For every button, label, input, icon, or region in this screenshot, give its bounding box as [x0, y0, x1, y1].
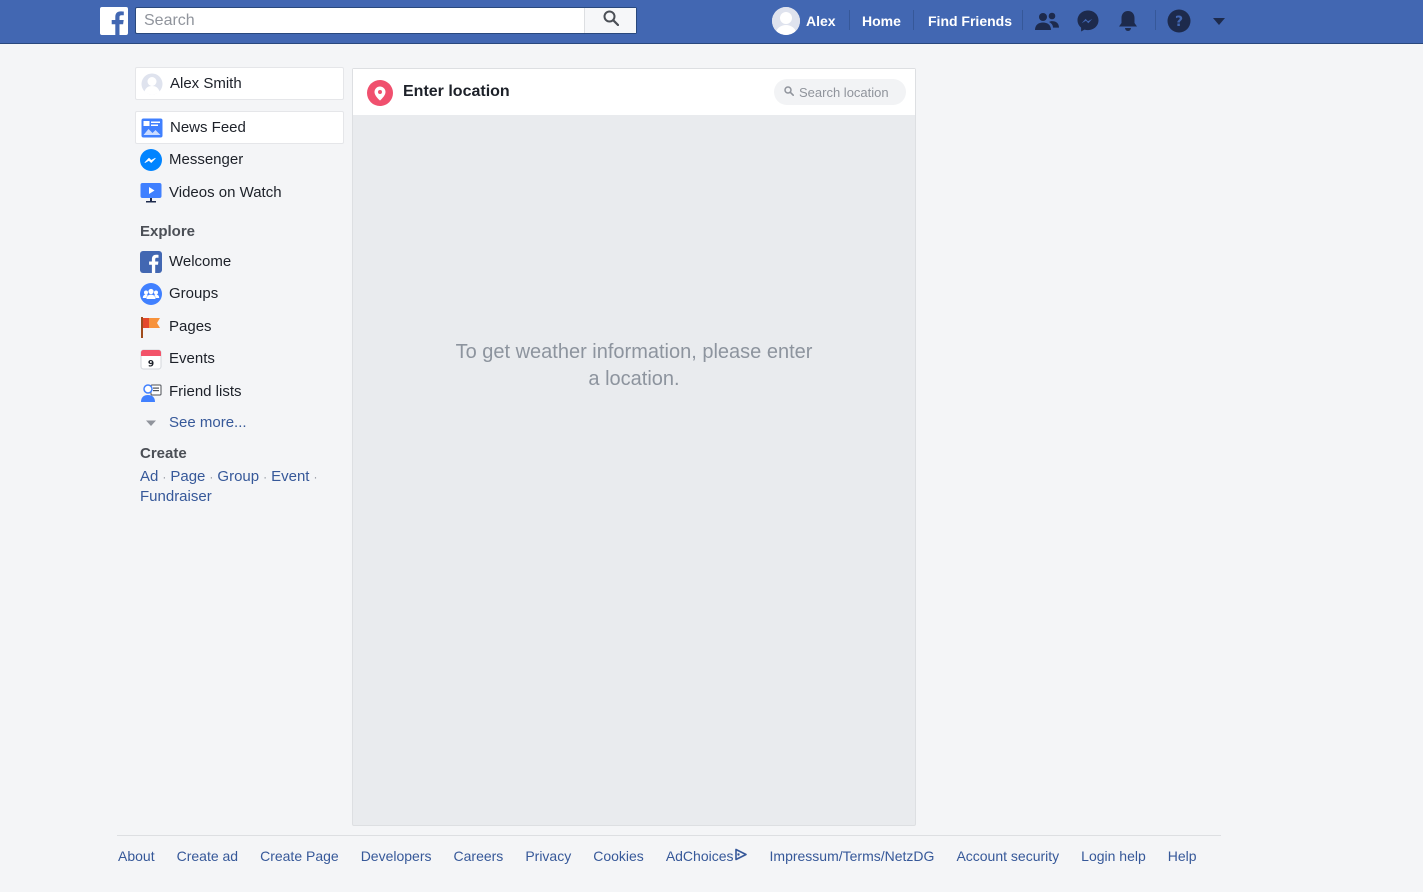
sidebar-item-friend-lists[interactable]: Friend lists: [135, 375, 344, 408]
create-page-link[interactable]: Page: [170, 468, 205, 485]
weather-card: Enter location To get weather informatio…: [352, 68, 916, 826]
footer-link-help[interactable]: Help: [1168, 848, 1197, 864]
separator-dot: ·: [209, 470, 214, 484]
profile-avatar-icon: [141, 73, 163, 95]
top-navigation-bar: Alex Home Find Friends ?: [0, 0, 1423, 44]
create-links: Ad · Page · Group · Event · Fundraiser: [140, 467, 340, 506]
nav-divider: [849, 10, 850, 30]
footer-link-about[interactable]: About: [118, 848, 155, 864]
card-header: Enter location: [353, 69, 915, 115]
create-heading: Create: [140, 445, 187, 462]
sidebar-item-label: Alex Smith: [170, 75, 242, 92]
footer-links: About Create ad Create Page Developers C…: [118, 847, 1219, 865]
flag-icon: [140, 316, 162, 338]
svg-text:?: ?: [1175, 14, 1183, 30]
separator-dot: ·: [162, 470, 167, 484]
watch-icon: [140, 182, 162, 204]
nav-divider: [1022, 10, 1023, 30]
footer-link-impressum[interactable]: Impressum/Terms/NetzDG: [770, 848, 935, 864]
profile-link[interactable]: Alex: [772, 7, 836, 35]
nav-divider: [913, 10, 914, 30]
adchoices-icon: [734, 848, 748, 864]
search-input[interactable]: [136, 8, 586, 33]
see-more-link[interactable]: See more...: [135, 406, 344, 439]
notifications-icon[interactable]: [1115, 8, 1141, 34]
sidebar-item-welcome[interactable]: Welcome: [135, 245, 344, 278]
sidebar-item-label: Events: [169, 350, 215, 367]
account-menu-icon[interactable]: [1206, 8, 1232, 34]
footer-link-privacy[interactable]: Privacy: [525, 848, 571, 864]
empty-state-message: To get weather information, please enter…: [455, 341, 813, 390]
profile-name: Alex: [806, 13, 836, 29]
separator-dot: ·: [263, 470, 268, 484]
facebook-logo-icon[interactable]: [100, 7, 128, 35]
search-button[interactable]: [584, 8, 636, 33]
create-group-link[interactable]: Group: [217, 468, 259, 485]
search-bar: [135, 7, 637, 34]
footer-link-careers[interactable]: Careers: [454, 848, 504, 864]
footer-link-login-help[interactable]: Login help: [1081, 848, 1146, 864]
sidebar-item-news-feed[interactable]: News Feed: [135, 111, 344, 144]
home-link[interactable]: Home: [862, 13, 901, 29]
footer-link-account-security[interactable]: Account security: [956, 848, 1059, 864]
create-event-link[interactable]: Event: [271, 468, 309, 485]
sidebar-item-label: Videos on Watch: [169, 184, 282, 201]
create-ad-link[interactable]: Ad: [140, 468, 158, 485]
location-search-box: [774, 79, 906, 105]
sidebar-item-label: Pages: [169, 318, 212, 335]
search-icon: [784, 83, 794, 101]
explore-heading: Explore: [140, 223, 196, 240]
sidebar-item-watch[interactable]: Videos on Watch: [135, 176, 344, 209]
location-search-input[interactable]: [799, 84, 904, 100]
sidebar-item-groups[interactable]: Groups: [135, 277, 344, 310]
sidebar-item-label: News Feed: [170, 119, 246, 136]
footer-link-developers[interactable]: Developers: [361, 848, 432, 864]
footer-link-cookies[interactable]: Cookies: [593, 848, 644, 864]
facebook-icon: [140, 250, 162, 273]
messenger-icon: [140, 148, 162, 171]
sidebar-profile[interactable]: Alex Smith: [135, 67, 344, 100]
friend-list-icon: [140, 381, 162, 403]
find-friends-link[interactable]: Find Friends: [928, 13, 1012, 29]
footer-link-adchoices[interactable]: AdChoices: [666, 848, 748, 864]
help-icon[interactable]: ?: [1166, 8, 1192, 34]
messenger-icon[interactable]: [1075, 8, 1101, 34]
sidebar-item-events[interactable]: 9 Events: [135, 342, 344, 375]
see-more-label: See more...: [169, 414, 247, 431]
footer-link-create-page[interactable]: Create Page: [260, 848, 339, 864]
sidebar-item-label: Welcome: [169, 253, 232, 270]
groups-icon: [140, 282, 162, 305]
calendar-icon: 9: [140, 348, 162, 370]
search-icon: [603, 10, 619, 31]
sidebar-item-label: Messenger: [169, 151, 244, 168]
separator-dot: ·: [313, 470, 318, 484]
sidebar-item-messenger[interactable]: Messenger: [135, 143, 344, 176]
friend-requests-icon[interactable]: [1034, 8, 1060, 34]
sidebar-item-label: Friend lists: [169, 383, 242, 400]
chevron-down-icon: [140, 412, 162, 434]
location-pin-icon: [367, 80, 393, 106]
footer-link-label: AdChoices: [665, 848, 734, 864]
footer-divider: [117, 835, 1221, 836]
footer-link-create-ad[interactable]: Create ad: [177, 848, 238, 864]
avatar: [772, 7, 800, 35]
card-title: Enter location: [403, 83, 510, 100]
sidebar-item-label: Groups: [169, 285, 219, 302]
sidebar-item-pages[interactable]: Pages: [135, 310, 344, 343]
svg-text:9: 9: [148, 359, 154, 369]
news-feed-icon: [141, 117, 163, 139]
nav-divider: [1155, 10, 1156, 30]
create-fundraiser-link[interactable]: Fundraiser: [140, 488, 212, 505]
